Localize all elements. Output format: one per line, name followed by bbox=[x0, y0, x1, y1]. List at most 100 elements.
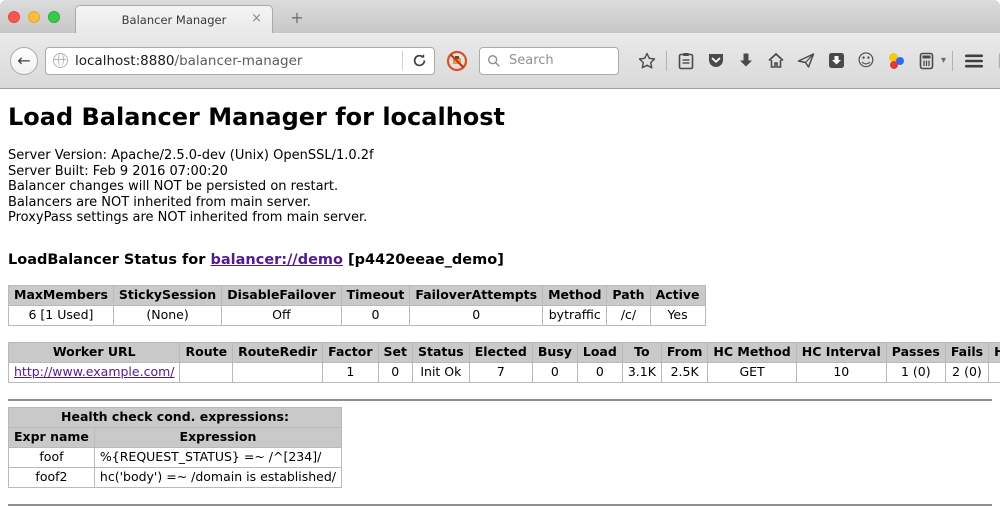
extension-dots-button[interactable] bbox=[887, 52, 905, 70]
reading-list-button[interactable] bbox=[677, 52, 695, 70]
feedback-smiley-button[interactable]: ☺ bbox=[857, 52, 875, 70]
column-header: Route bbox=[180, 342, 233, 362]
url-bar[interactable]: localhost:8880/balancer-manager bbox=[45, 47, 435, 75]
health-check-table: Health check cond. expressions: Expr nam… bbox=[8, 407, 342, 488]
bookmark-star-button[interactable] bbox=[638, 52, 656, 70]
pocket-button[interactable] bbox=[707, 52, 725, 69]
column-header: To bbox=[622, 342, 661, 362]
plugin-blocked-button[interactable] bbox=[446, 50, 468, 72]
table-cell: 7 bbox=[469, 362, 532, 382]
tab-balancer-manager[interactable]: Balancer Manager × bbox=[75, 5, 273, 33]
send-tab-button[interactable] bbox=[797, 52, 815, 69]
container-dropdown-caret-icon[interactable]: ▾ bbox=[941, 55, 946, 66]
reading-list-icon bbox=[678, 52, 694, 70]
table-cell: bytraffic bbox=[543, 305, 607, 325]
hamburger-menu-icon bbox=[964, 53, 984, 69]
balancer-status-table: MaxMembersStickySessionDisableFailoverTi… bbox=[8, 285, 706, 326]
table-cell: Init Ok bbox=[413, 362, 470, 382]
info-line: Balancers are NOT inherited from main se… bbox=[8, 195, 992, 211]
health-table-title-row: Health check cond. expressions: bbox=[9, 407, 342, 427]
table-cell: 0 bbox=[410, 305, 543, 325]
plugin-blocked-icon bbox=[446, 50, 468, 72]
table-cell: 0 bbox=[378, 362, 412, 382]
info-line: Balancer changes will NOT be persisted o… bbox=[8, 179, 992, 195]
search-input[interactable] bbox=[507, 52, 611, 69]
column-header: HC Interval bbox=[796, 342, 886, 362]
table-row: 6 [1 Used](None)Off00bytraffic/c/Yes bbox=[9, 305, 706, 325]
table-cell: 1 (0) bbox=[886, 362, 945, 382]
column-header: Load bbox=[577, 342, 622, 362]
table-row: foof%{REQUEST_STATUS} =~ /^[234]/ bbox=[9, 447, 342, 467]
tab-title: Balancer Manager bbox=[122, 13, 227, 27]
search-bar[interactable] bbox=[479, 47, 619, 75]
worker-url-link[interactable]: http://www.example.com/ bbox=[14, 364, 174, 379]
worker-status-table: Worker URLRouteRouteRedirFactorSetStatus… bbox=[8, 342, 1000, 383]
url-host: localhost:8880 bbox=[75, 53, 175, 69]
container-button[interactable] bbox=[917, 52, 935, 70]
table-cell: http://www.example.com/ bbox=[9, 362, 180, 382]
navigation-toolbar: ← localhost:8880/balancer-manager bbox=[0, 33, 1000, 89]
column-header: Busy bbox=[532, 342, 577, 362]
pocket-icon bbox=[707, 52, 725, 69]
table-cell: Yes bbox=[650, 305, 705, 325]
table-cell: 2 (0) bbox=[945, 362, 988, 382]
table-cell: foof bbox=[9, 447, 95, 467]
column-header: StickySession bbox=[113, 285, 221, 305]
info-line: Server Built: Feb 9 2016 07:00:20 bbox=[8, 164, 992, 180]
column-header: Worker URL bbox=[9, 342, 180, 362]
table-cell: 0 bbox=[341, 305, 410, 325]
column-header: Expr name bbox=[9, 427, 95, 447]
column-header: MaxMembers bbox=[9, 285, 114, 305]
save-page-button[interactable] bbox=[827, 52, 845, 69]
column-header: From bbox=[661, 342, 708, 362]
column-header: FailoverAttempts bbox=[410, 285, 543, 305]
globe-icon bbox=[53, 53, 68, 68]
toolbar-separator bbox=[666, 51, 667, 71]
balancer-demo-link[interactable]: balancer://demo bbox=[210, 252, 343, 268]
status-heading-prefix: LoadBalancer Status for bbox=[8, 252, 210, 268]
titlebar: Balancer Manager × + bbox=[0, 0, 1000, 33]
table-row: http://www.example.com/10Init Ok7003.1K2… bbox=[9, 362, 1000, 382]
page-content: Load Balancer Manager for localhost Serv… bbox=[0, 103, 1000, 506]
reload-icon bbox=[412, 53, 427, 68]
header-row: MaxMembersStickySessionDisableFailoverTi… bbox=[9, 285, 706, 305]
table-cell: %{REQUEST_STATUS} =~ /^[234]/ bbox=[94, 447, 341, 467]
reload-button[interactable] bbox=[402, 51, 427, 70]
home-button[interactable] bbox=[767, 52, 785, 69]
table-cell: Off bbox=[222, 305, 341, 325]
section-divider bbox=[8, 399, 992, 401]
downloads-icon bbox=[738, 52, 754, 69]
search-icon bbox=[487, 54, 501, 68]
info-line: Server Version: Apache/2.5.0-dev (Unix) … bbox=[8, 148, 992, 164]
column-header: HC uri bbox=[989, 342, 1000, 362]
table-cell: foof2 bbox=[9, 467, 95, 487]
new-tab-button[interactable]: + bbox=[284, 8, 310, 30]
window-minimize-button[interactable] bbox=[28, 11, 40, 23]
bookmark-star-icon bbox=[638, 52, 656, 70]
downloads-button[interactable] bbox=[737, 52, 755, 69]
menu-button[interactable] bbox=[963, 53, 985, 69]
window-close-button[interactable] bbox=[8, 11, 20, 23]
info-line: ProxyPass settings are NOT inherited fro… bbox=[8, 210, 992, 226]
table-cell bbox=[989, 362, 1000, 382]
loadbalancer-status-heading: LoadBalancer Status for balancer://demo … bbox=[8, 252, 992, 268]
page-title: Load Balancer Manager for localhost bbox=[8, 103, 992, 131]
table-cell: GET bbox=[708, 362, 796, 382]
column-header: Active bbox=[650, 285, 705, 305]
url-path: /balancer-manager bbox=[175, 53, 303, 69]
table-cell: hc('body') =~ /domain is established/ bbox=[94, 467, 341, 487]
table-cell: (None) bbox=[113, 305, 221, 325]
status-heading-suffix: [p4420eeae_demo] bbox=[343, 252, 504, 268]
table-cell: 6 [1 Used] bbox=[9, 305, 114, 325]
column-header: HC Method bbox=[708, 342, 796, 362]
table-cell: 2.5K bbox=[661, 362, 708, 382]
window-zoom-button[interactable] bbox=[48, 11, 60, 23]
url-text: localhost:8880/balancer-manager bbox=[75, 53, 396, 69]
table-row: foof2hc('body') =~ /domain is establishe… bbox=[9, 467, 342, 487]
table-cell bbox=[180, 362, 233, 382]
window-controls bbox=[8, 11, 60, 23]
toolbar-separator bbox=[952, 51, 953, 71]
table-cell: 3.1K bbox=[622, 362, 661, 382]
tab-close-icon[interactable]: × bbox=[251, 12, 262, 26]
back-button[interactable]: ← bbox=[10, 47, 38, 75]
